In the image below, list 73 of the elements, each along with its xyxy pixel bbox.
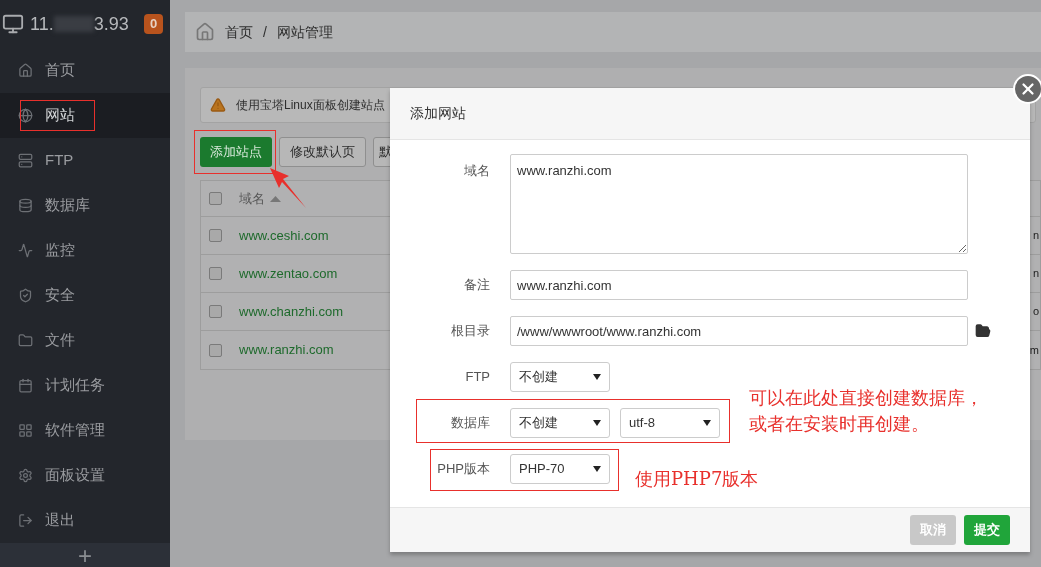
folder-icon[interactable]	[975, 323, 991, 339]
caret-icon	[593, 466, 601, 472]
nav-item[interactable]: 文件	[0, 318, 170, 363]
server-ip-end: 3.93	[93, 12, 129, 36]
add-button[interactable]: +	[0, 543, 170, 567]
settings-icon	[18, 468, 33, 483]
select-dropdown[interactable]: PHP-70	[510, 454, 610, 484]
path-field[interactable]: /www/wwwroot/www.ranzhi.com	[510, 316, 968, 346]
alert-text: 使用宝塔Linux面板创建站点	[236, 97, 385, 114]
monitor-icon	[2, 13, 24, 35]
nav-item[interactable]: FTP	[0, 138, 170, 183]
field-label: 根目录	[450, 322, 490, 341]
domain-link[interactable]: www.ranzhi.com	[239, 340, 334, 360]
pulse-icon	[18, 243, 33, 258]
breadcrumb-current: 网站管理	[276, 22, 333, 42]
field-label: 域名	[463, 162, 490, 180]
table-cell-text: o	[1032, 304, 1039, 320]
breadcrumb-separator: /	[263, 22, 267, 42]
server-icon	[18, 153, 33, 168]
domain-textarea[interactable]: www.ranzhi.com	[510, 154, 968, 254]
breadcrumb-link[interactable]: 首页	[225, 21, 253, 43]
caret-icon	[593, 374, 601, 380]
checkbox[interactable]	[209, 192, 222, 205]
nav-item[interactable]: 软件管理	[0, 408, 170, 453]
toolbar-button[interactable]: 修改默认页	[279, 137, 366, 167]
house-icon	[18, 63, 33, 78]
grid-icon	[18, 423, 33, 438]
nav-item[interactable]: 计划任务	[0, 363, 170, 408]
house-icon	[195, 22, 215, 42]
shield-icon	[18, 288, 33, 303]
submit-button[interactable]: 提交	[964, 515, 1010, 545]
folder-icon	[18, 333, 33, 348]
field-label: FTP	[464, 368, 490, 387]
domain-link[interactable]: www.chanzhi.com	[239, 301, 344, 322]
annotation-note: 使用PHP7版本	[635, 467, 759, 491]
select-dropdown[interactable]: utf-8	[620, 408, 720, 438]
caret-icon	[593, 420, 601, 426]
dialog-title: 添加网站	[410, 104, 466, 123]
domain-link[interactable]: www.zentao.com	[239, 263, 338, 284]
table-cell-text: m	[1029, 342, 1039, 358]
nav-item[interactable]: 网站	[0, 93, 170, 138]
nav-item[interactable]: 数据库	[0, 183, 170, 228]
select-dropdown[interactable]: 不创建	[510, 408, 610, 438]
select-dropdown[interactable]: 不创建	[510, 362, 610, 392]
column-header[interactable]: 域名	[239, 188, 265, 209]
toolbar-button[interactable]: 添加站点	[200, 137, 272, 167]
warning-icon	[210, 97, 226, 113]
checkbox[interactable]	[209, 343, 222, 357]
nav-item[interactable]: 首页	[0, 48, 170, 93]
sort-up-icon	[270, 195, 281, 202]
field-label: 备注	[463, 276, 490, 295]
close-icon	[1019, 80, 1037, 98]
domain-link[interactable]: www.ceshi.com	[239, 225, 329, 246]
globe-icon	[18, 108, 33, 123]
annotation-note: 可以在此处直接创建数据库， 或者在安装时再创建。	[749, 386, 983, 436]
checkbox[interactable]	[209, 229, 222, 242]
calendar-icon	[18, 378, 33, 393]
nav-item[interactable]: 监控	[0, 228, 170, 273]
checkbox[interactable]	[209, 267, 222, 280]
caret-icon	[703, 420, 711, 426]
logout-icon	[18, 513, 33, 528]
checkbox[interactable]	[209, 305, 222, 318]
nav-item[interactable]: 退出	[0, 498, 170, 543]
field-label: 数据库	[450, 414, 490, 433]
nav-item[interactable]: 安全	[0, 273, 170, 318]
field-label: PHP版本	[436, 460, 490, 479]
input-field[interactable]: www.ranzhi.com	[510, 270, 968, 300]
table-cell-text: n	[1032, 266, 1039, 282]
table-cell-text: n	[1032, 228, 1039, 244]
notification-badge: 0	[144, 14, 163, 34]
nav-item[interactable]: 面板设置	[0, 453, 170, 498]
server-ip-start: 11.	[30, 12, 54, 36]
database-icon	[18, 198, 33, 213]
